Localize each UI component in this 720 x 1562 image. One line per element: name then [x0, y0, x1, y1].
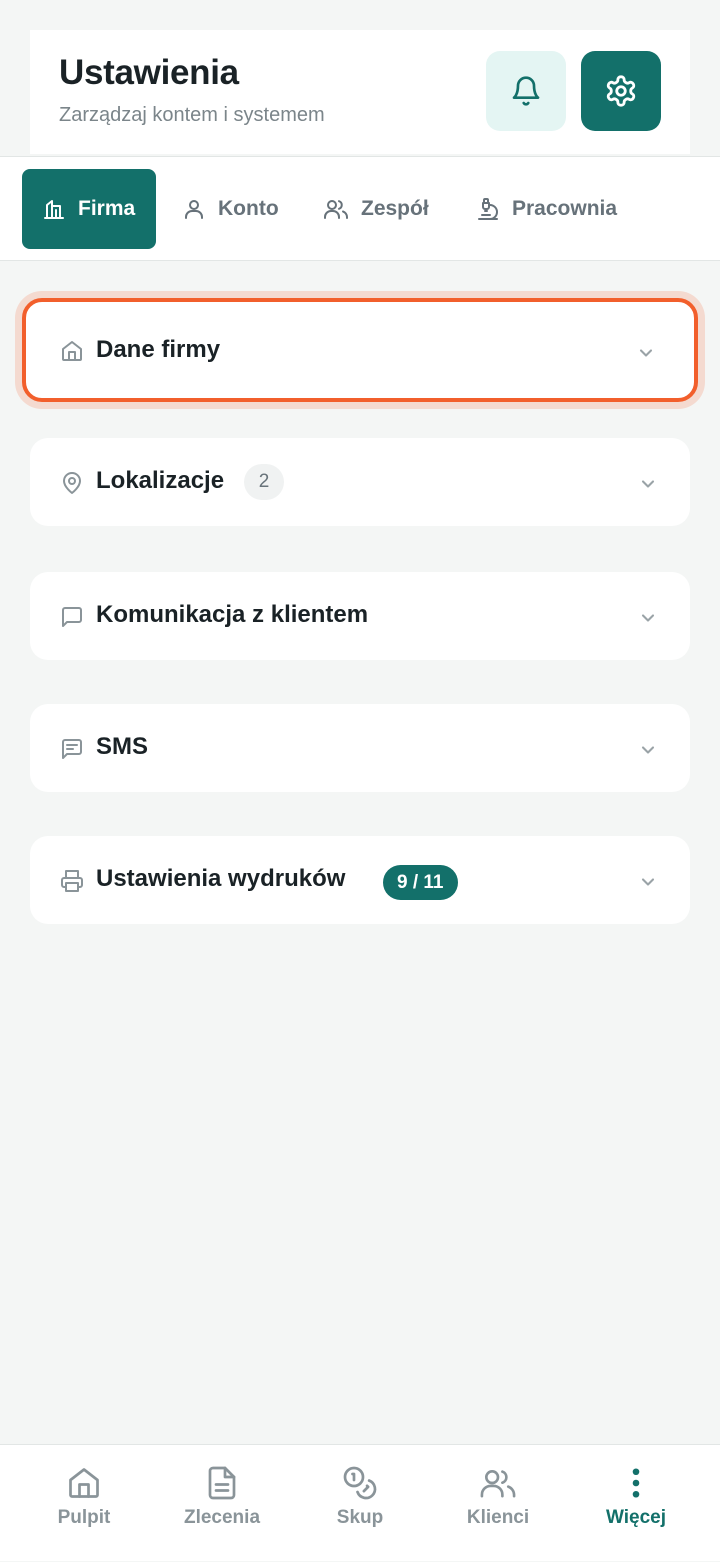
tab-zespol[interactable]: Zespół — [323, 169, 429, 249]
users-icon — [324, 200, 348, 219]
chevron-down-icon — [641, 614, 655, 622]
bottom-navigation: Pulpit Zlecenia Skup Klienci Więcej — [0, 1444, 720, 1561]
nav-klienci[interactable]: Klienci — [426, 1445, 570, 1562]
section-wydruki[interactable]: Ustawienia wydruków 9 / 11 — [30, 836, 690, 924]
notifications-button[interactable] — [486, 51, 566, 131]
section-title: Komunikacja z klientem — [96, 601, 369, 628]
tab-label: Firma — [78, 197, 136, 220]
user-icon — [185, 200, 203, 219]
tab-label: Zespół — [361, 197, 429, 220]
section-lokalizacje[interactable]: Lokalizacje 2 — [30, 438, 690, 526]
message-lines-icon — [62, 739, 82, 759]
count-badge: 2 — [244, 464, 284, 500]
chevron-down-icon — [641, 480, 655, 488]
section-sms[interactable]: SMS — [30, 704, 690, 792]
nav-label: Skup — [336, 1507, 384, 1528]
section-title: Dane firmy — [96, 336, 221, 363]
page-title: Ustawienia — [59, 53, 239, 92]
users-icon — [480, 1469, 516, 1498]
tab-konto[interactable]: Konto — [182, 169, 279, 249]
count-badge: 9 / 11 — [383, 865, 458, 900]
chevron-down-icon — [639, 349, 653, 357]
home-icon — [62, 341, 82, 361]
nav-wiecej[interactable]: Więcej — [564, 1445, 708, 1562]
nav-skup[interactable]: Skup — [288, 1445, 432, 1562]
home-icon — [69, 1468, 99, 1498]
chevron-down-icon — [641, 746, 655, 754]
coins-icon — [343, 1466, 377, 1500]
nav-label: Więcej — [605, 1507, 667, 1528]
nav-label: Pulpit — [57, 1507, 111, 1528]
nav-zlecenia[interactable]: Zlecenia — [150, 1445, 294, 1562]
building-icon — [44, 200, 64, 219]
section-title: Ustawienia wydruków — [96, 865, 346, 892]
tab-label: Pracownia — [512, 197, 618, 220]
printer-icon — [61, 870, 83, 892]
section-title: SMS — [96, 733, 149, 760]
tab-pracownia[interactable]: Pracownia — [476, 169, 617, 249]
tab-firma[interactable]: Firma — [22, 169, 156, 249]
chevron-down-icon — [641, 878, 655, 886]
nav-pulpit[interactable]: Pulpit — [12, 1445, 156, 1562]
section-komunikacja[interactable]: Komunikacja z klientem — [30, 572, 690, 660]
nav-label: Klienci — [466, 1507, 530, 1528]
settings-tabbar: Firma Konto Zespół Pracownia — [0, 156, 720, 261]
tab-label: Konto — [218, 197, 279, 220]
more-vertical-icon — [632, 1468, 640, 1498]
header-card: Ustawienia Zarządzaj kontem i systemem — [30, 30, 690, 154]
microscope-icon — [478, 198, 498, 220]
page-subtitle: Zarządzaj kontem i systemem — [59, 104, 325, 126]
settings-button[interactable] — [581, 51, 661, 131]
message-square-icon — [62, 607, 82, 627]
map-pin-icon — [63, 472, 81, 494]
section-title: Lokalizacje — [96, 467, 225, 494]
section-dane-firmy[interactable]: Dane firmy — [22, 298, 698, 402]
gear-icon — [606, 75, 636, 107]
bell-icon — [512, 76, 540, 106]
document-icon — [208, 1466, 236, 1500]
nav-label: Zlecenia — [183, 1507, 261, 1528]
